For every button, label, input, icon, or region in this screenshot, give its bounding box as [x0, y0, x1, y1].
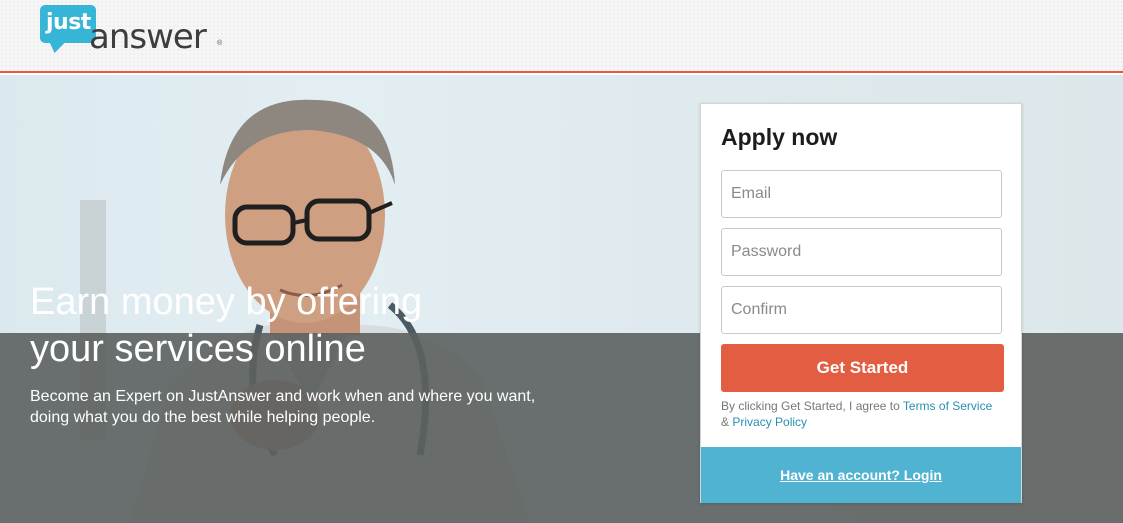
terms-notice: By clicking Get Started, I agree to Term…: [721, 398, 1006, 430]
privacy-policy-link[interactable]: Privacy Policy: [732, 415, 807, 429]
hero-headline: Earn money by offering your services onl…: [30, 279, 550, 373]
login-footer: Have an account? Login: [701, 447, 1021, 503]
confirm-password-field[interactable]: [721, 286, 1002, 334]
hero-subtext: Become an Expert on JustAnswer and work …: [30, 386, 630, 428]
registered-mark: ®: [217, 40, 223, 47]
terms-of-service-link[interactable]: Terms of Service: [903, 399, 992, 413]
form-title: Apply now: [721, 124, 838, 150]
password-field[interactable]: [721, 228, 1002, 276]
logo-just-text: just: [46, 10, 91, 35]
subtext-line-2: doing what you do the best while helping…: [30, 409, 376, 426]
apply-form-card: Apply now Get Started By clicking Get St…: [700, 103, 1022, 503]
site-header: just answer ®: [0, 0, 1123, 73]
subtext-line-1: Become an Expert on JustAnswer and work …: [30, 388, 536, 405]
terms-ampersand: &: [721, 415, 730, 429]
login-link[interactable]: Have an account? Login: [701, 467, 1021, 483]
headline-line-2: your services online: [30, 328, 366, 370]
get-started-button[interactable]: Get Started: [721, 344, 1004, 392]
terms-prefix: By clicking Get Started, I agree to: [721, 399, 900, 413]
email-field[interactable]: [721, 170, 1002, 218]
headline-line-1: Earn money by offering: [30, 281, 423, 323]
justanswer-logo[interactable]: just answer ®: [40, 5, 230, 60]
logo-answer-text: answer: [89, 17, 207, 57]
